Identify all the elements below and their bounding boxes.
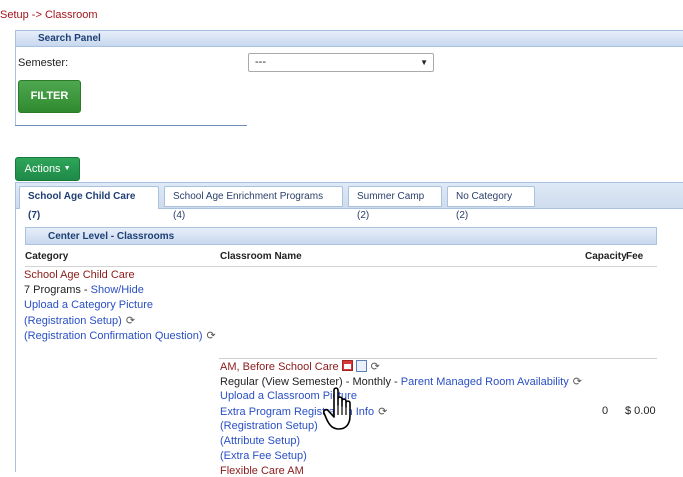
breadcrumb: Setup -> Classroom (0, 9, 98, 21)
actions-label: Actions (24, 163, 61, 175)
refresh-icon[interactable]: ⟳ (573, 376, 582, 388)
document-icon[interactable] (355, 360, 367, 372)
classroom-schedule-row: Regular (View Semester) - Monthly - Pare… (220, 375, 582, 388)
classroom-divider (219, 358, 657, 359)
extra-program-registration-row: Extra Program Registration Info ⟳ (220, 405, 387, 418)
tab-school-age-enrichment-programs[interactable]: School Age Enrichment Programs (4) (164, 186, 343, 221)
caret-down-icon: ▼ (63, 165, 71, 173)
column-header-classroom-name: Classroom Name (220, 251, 302, 262)
tab-bar: School Age Child Care (7) School Age Enr… (16, 183, 683, 221)
refresh-icon[interactable]: ⟳ (207, 330, 216, 342)
programs-row: 7 Programs - Show/Hide (24, 284, 144, 296)
attribute-setup-link[interactable]: (Attribute Setup) (220, 435, 300, 447)
search-panel: Search Panel Semester: --- ▼ FILTER (15, 30, 683, 126)
next-classroom-name: Flexible Care AM (220, 465, 304, 477)
semester-label: Semester: (18, 57, 69, 69)
category-registration-setup-row: (Registration Setup) ⟳ (24, 314, 135, 327)
classroom-registration-setup-link[interactable]: (Registration Setup) (220, 420, 318, 432)
upload-category-picture-link[interactable]: Upload a Category Picture (24, 299, 153, 311)
category-registration-setup-link[interactable]: (Registration Setup) (24, 315, 122, 327)
refresh-icon[interactable]: ⟳ (371, 361, 380, 373)
show-hide-link[interactable]: Show/Hide (91, 284, 144, 296)
programs-dash: - (80, 284, 91, 296)
actions-button[interactable]: Actions ▼ (15, 157, 80, 181)
programs-count: 7 Programs (24, 284, 81, 296)
tab-summer-camp[interactable]: Summer Camp (2) (348, 186, 442, 221)
classroom-capacity: 0 (602, 405, 609, 417)
column-header-category: Category (25, 251, 69, 262)
registration-confirmation-row: (Registration Confirmation Question) ⟳ (24, 329, 216, 342)
semester-select[interactable]: --- ▼ (248, 53, 434, 72)
caret-down-icon: ▼ (420, 58, 428, 67)
classroom-name: AM, Before School Care (220, 361, 339, 373)
refresh-icon[interactable]: ⟳ (126, 315, 135, 327)
registration-confirmation-question-link[interactable]: (Registration Confirmation Question) (24, 330, 203, 342)
hand-cursor-icon (323, 387, 351, 430)
header-divider (25, 266, 657, 267)
column-header-capacity: Capacity (585, 251, 627, 262)
search-panel-title: Search Panel (16, 31, 683, 47)
classroom-fee: $ 0.00 (625, 405, 656, 417)
parent-managed-room-availability-link[interactable]: Parent Managed Room Availability (401, 376, 569, 388)
column-header-fee: Fee (626, 251, 644, 262)
tab-school-age-child-care[interactable]: School Age Child Care (7) (19, 186, 159, 221)
semester-select-value: --- (255, 56, 266, 68)
filter-button[interactable]: FILTER (18, 80, 81, 113)
calendar-icon[interactable] (341, 360, 353, 371)
tab-no-category[interactable]: No Category (2) (447, 186, 535, 221)
extra-fee-setup-link[interactable]: (Extra Fee Setup) (220, 450, 307, 462)
classroom-title-row: AM, Before School Care ⟳ (220, 360, 380, 373)
category-name: School Age Child Care (24, 269, 135, 281)
refresh-icon[interactable]: ⟳ (378, 406, 387, 418)
center-level-header: Center Level - Classrooms (25, 227, 657, 245)
